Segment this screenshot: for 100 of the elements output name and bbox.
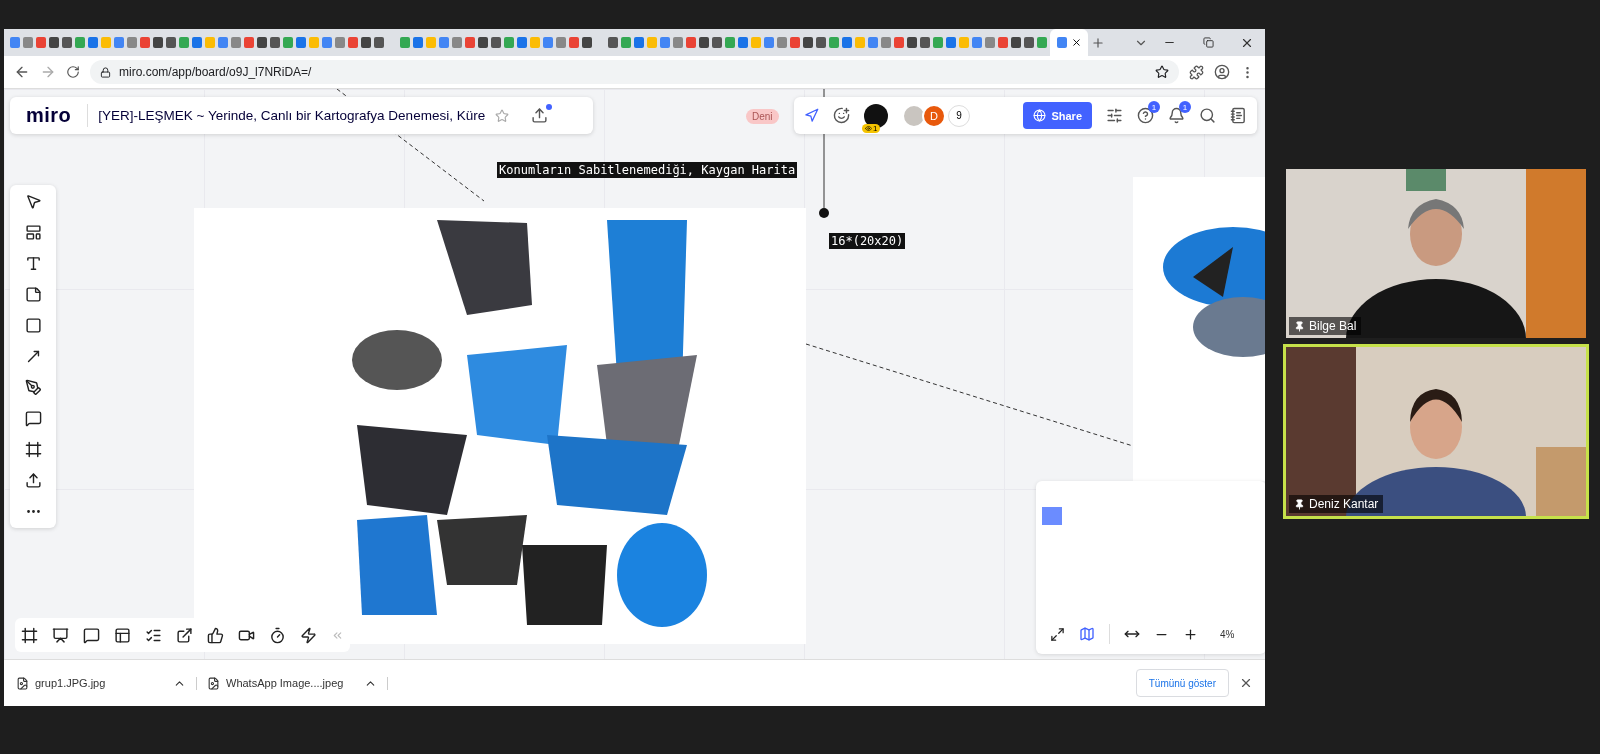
browser-tab[interactable] (49, 37, 59, 48)
forward-icon[interactable] (40, 64, 56, 80)
browser-tab[interactable] (816, 37, 826, 48)
browser-tab[interactable] (114, 37, 124, 48)
close-icon[interactable] (1239, 676, 1253, 690)
browser-tab[interactable] (218, 37, 228, 48)
browser-tab[interactable] (491, 37, 501, 48)
show-all-button[interactable]: Tümünü göster (1135, 669, 1229, 697)
export-icon[interactable] (531, 107, 549, 124)
browser-tab[interactable] (192, 37, 202, 48)
map-icon[interactable] (1079, 626, 1095, 642)
reload-icon[interactable] (66, 65, 80, 79)
browser-tab[interactable] (36, 37, 46, 48)
shape-icon[interactable] (24, 317, 42, 334)
browser-tab[interactable] (335, 37, 345, 48)
back-icon[interactable] (14, 64, 30, 80)
browser-tab[interactable] (972, 37, 982, 48)
board-canvas[interactable]: Konumların Sabitlenemediği, Kaygan Harita 16*(20x20) miro [YER]-LEŞMEK ~ Yerinde, Canlı bir Kartografya Denemesi, Küre Deni 1 D 9 Share 1 1 4% (4, 89, 1265, 659)
extensions-icon[interactable] (1189, 64, 1204, 80)
browser-tab[interactable] (374, 37, 384, 48)
browser-tab[interactable] (777, 37, 787, 48)
star-icon[interactable] (495, 108, 510, 123)
browser-tab[interactable] (413, 37, 423, 48)
comments-icon[interactable] (83, 626, 100, 644)
sticky-note-icon[interactable] (24, 286, 42, 303)
text-icon[interactable] (24, 255, 42, 272)
browser-tab[interactable] (634, 37, 644, 48)
frame-icon[interactable] (24, 441, 42, 458)
browser-tab[interactable] (569, 37, 579, 48)
browser-tab[interactable] (361, 37, 371, 48)
browser-tab[interactable] (764, 37, 774, 48)
browser-tab[interactable] (543, 37, 553, 48)
download-item[interactable]: WhatsApp Image....jpeg (207, 676, 388, 690)
browser-tab[interactable] (10, 37, 20, 48)
participant-count[interactable]: 9 (948, 104, 970, 127)
zoom-in-icon[interactable] (1183, 626, 1198, 642)
browser-tab[interactable] (62, 37, 72, 48)
browser-tab[interactable] (894, 37, 904, 48)
browser-tab[interactable] (88, 37, 98, 48)
search-icon[interactable] (1199, 107, 1216, 124)
frames-icon[interactable] (21, 626, 38, 644)
settings-icon[interactable] (1106, 107, 1123, 124)
address-field[interactable]: miro.com/app/board/o9J_l7NRiDA=/ (90, 60, 1179, 84)
comment-icon[interactable] (24, 410, 42, 427)
browser-tab[interactable] (140, 37, 150, 48)
zoom-level[interactable]: 4% (1220, 628, 1235, 640)
user-avatar[interactable] (864, 103, 888, 128)
browser-tab[interactable] (478, 37, 488, 48)
browser-tab[interactable] (842, 37, 852, 48)
browser-tab[interactable] (296, 37, 306, 48)
lightning-icon[interactable] (300, 626, 317, 644)
browser-tab[interactable] (660, 37, 670, 48)
browser-tab[interactable] (270, 37, 280, 48)
browser-tab[interactable] (803, 37, 813, 48)
cursor-icon[interactable] (804, 108, 819, 123)
timer-icon[interactable] (269, 626, 286, 644)
browser-tab[interactable] (946, 37, 956, 48)
templates-icon[interactable] (24, 224, 42, 241)
select-icon[interactable] (24, 193, 42, 210)
browser-tab[interactable] (738, 37, 748, 48)
help-icon[interactable] (1137, 107, 1154, 124)
browser-tab[interactable] (348, 37, 358, 48)
browser-tab[interactable] (465, 37, 475, 48)
active-browser-tab[interactable] (1050, 29, 1088, 56)
notification-icon[interactable] (1168, 107, 1185, 124)
board-title[interactable]: [YER]-LEŞMEK ~ Yerinde, Canlı bir Kartografya Denemesi, Küre (88, 108, 496, 123)
miro-logo[interactable]: miro (10, 104, 89, 127)
browser-tab[interactable] (153, 37, 163, 48)
reaction-icon[interactable] (833, 107, 850, 124)
thumbs-up-icon[interactable] (207, 626, 224, 644)
browser-tab[interactable] (244, 37, 254, 48)
browser-tab[interactable] (985, 37, 995, 48)
browser-tab[interactable] (1011, 37, 1021, 48)
video-tile[interactable]: Bilge Bal (1283, 166, 1589, 341)
fullscreen-icon[interactable] (1050, 626, 1065, 642)
browser-tab[interactable] (231, 37, 241, 48)
external-link-icon[interactable] (176, 626, 193, 644)
share-button[interactable]: Share (1023, 102, 1092, 129)
browser-tab[interactable] (257, 37, 267, 48)
browser-tab[interactable] (439, 37, 449, 48)
browser-tab[interactable] (517, 37, 527, 48)
browser-tab[interactable] (23, 37, 33, 48)
pen-icon[interactable] (24, 379, 42, 396)
browser-tab[interactable] (127, 37, 137, 48)
browser-tab[interactable] (556, 37, 566, 48)
browser-tab[interactable] (998, 37, 1008, 48)
browser-tab[interactable] (673, 37, 683, 48)
browser-tab[interactable] (881, 37, 891, 48)
video-tile[interactable]: Deniz Kantar (1283, 344, 1589, 519)
browser-tab[interactable] (920, 37, 930, 48)
cards-icon[interactable] (114, 626, 131, 644)
browser-tab[interactable] (868, 37, 878, 48)
browser-tab[interactable] (907, 37, 917, 48)
browser-tab[interactable] (608, 37, 618, 48)
browser-tab[interactable] (582, 37, 592, 48)
browser-tab[interactable] (790, 37, 800, 48)
browser-tab[interactable] (1024, 37, 1034, 48)
download-item[interactable]: grup1.JPG.jpg (16, 676, 197, 690)
new-tab-icon[interactable] (1091, 35, 1105, 50)
notes-icon[interactable] (1230, 107, 1247, 124)
